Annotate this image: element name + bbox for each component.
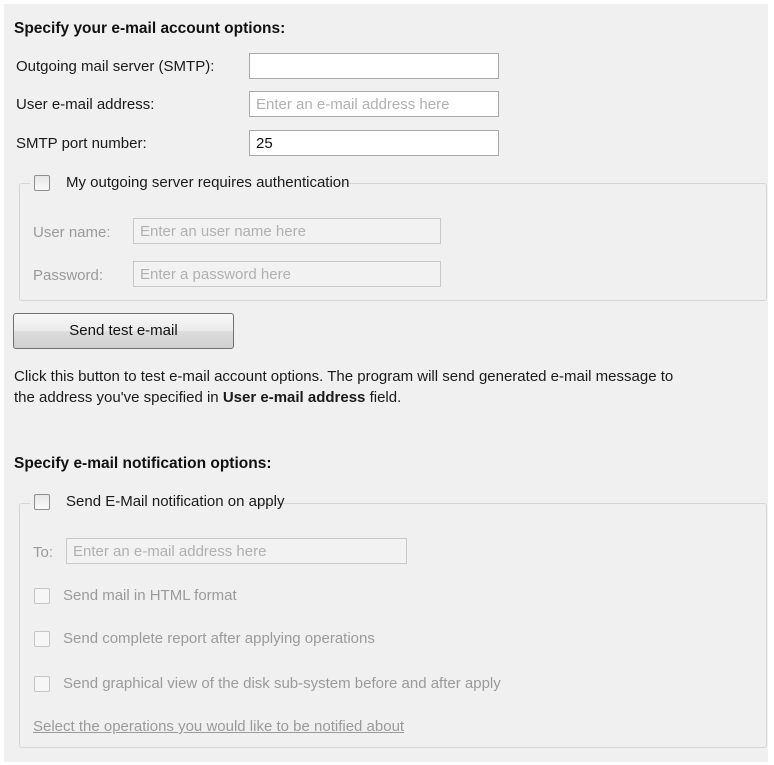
user-email-field-ref: User e-mail address [222,389,366,406]
test-description-line1: Click this button to test e-mail account… [14,368,674,385]
to-label: To: [33,544,54,561]
graphical-view-checkbox[interactable] [34,676,50,692]
to-email-input[interactable] [66,538,407,564]
user-email-label: User e-mail address: [16,96,155,113]
smtp-port-input[interactable] [249,130,499,156]
account-section-title: Specify your e-mail account options: [14,20,286,37]
password-label: Password: [33,267,104,284]
test-description: Click this button to test e-mail account… [14,366,673,408]
complete-report-checkbox[interactable] [34,631,50,647]
html-format-checkbox[interactable] [34,588,50,604]
apply-notification-checkbox[interactable] [34,494,50,510]
username-input[interactable] [133,218,441,244]
auth-checkbox-label: My outgoing server requires authenticati… [66,174,350,191]
smtp-port-label: SMTP port number: [16,135,147,152]
apply-notification-label: Send E-Mail notification on apply [66,493,285,510]
username-label: User name: [33,224,111,241]
password-input[interactable] [133,261,441,287]
auth-checkbox-row[interactable]: My outgoing server requires authenticati… [30,170,350,194]
graphical-view-label: Send graphical view of the disk sub-syst… [63,675,501,692]
html-format-label: Send mail in HTML format [63,587,237,604]
send-test-email-button[interactable]: Send test e-mail [13,313,234,349]
notification-section-title: Specify e-mail notification options: [14,455,272,472]
user-email-input[interactable] [249,91,499,117]
smtp-label: Outgoing mail server (SMTP): [16,58,215,75]
smtp-server-input[interactable] [249,53,499,79]
test-description-line2: the address you've specified in User e-m… [14,389,402,406]
select-operations-link[interactable]: Select the operations you would like to … [33,718,404,735]
apply-notification-row[interactable]: Send E-Mail notification on apply [30,489,284,513]
auth-checkbox[interactable] [34,175,50,191]
complete-report-label: Send complete report after applying oper… [63,630,375,647]
